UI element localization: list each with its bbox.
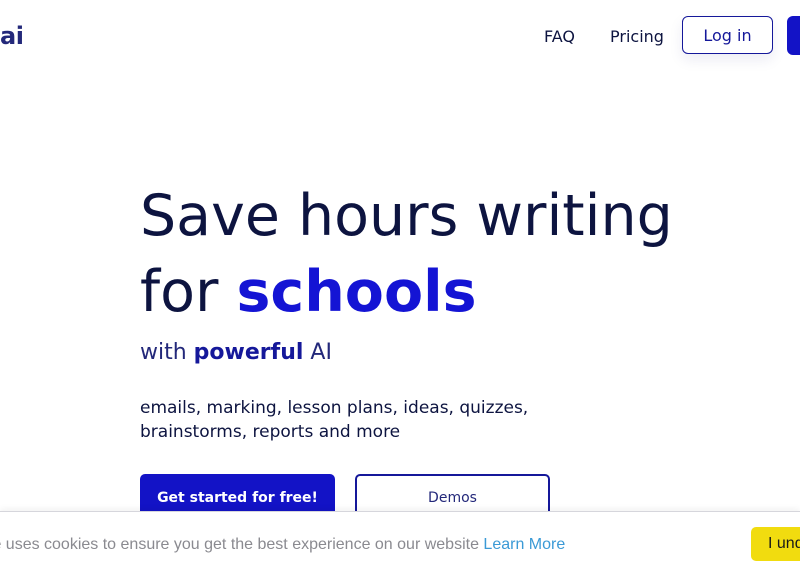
cookie-text: te uses cookies to ensure you get the be… (0, 536, 565, 554)
signup-button[interactable] (787, 16, 800, 55)
cookie-learn-more-link[interactable]: Learn More (483, 536, 565, 553)
cookie-accept-button[interactable]: I und (751, 527, 800, 561)
nav-link-pricing[interactable]: Pricing (610, 27, 664, 46)
nav-link-faq[interactable]: FAQ (544, 27, 575, 46)
hero-title-line1: Save hours writing (140, 183, 673, 249)
hero-description: emails, marking, lesson plans, ideas, qu… (140, 398, 529, 442)
hero-subtitle: with powerful AI (140, 340, 332, 365)
hero-subtitle-bold: powerful (193, 340, 304, 365)
cookie-banner: te uses cookies to ensure you get the be… (0, 511, 800, 577)
hero-subtitle-prefix: with (140, 340, 194, 365)
cookie-message: te uses cookies to ensure you get the be… (0, 536, 484, 553)
hero-title: Save hours writing for schools (140, 178, 673, 330)
hero-title-line2-prefix: for (140, 259, 237, 325)
hero-title-accent: schools (236, 259, 477, 325)
hero-subtitle-suffix: AI (303, 340, 332, 365)
site-logo[interactable]: ai (0, 22, 24, 50)
login-button[interactable]: Log in (682, 16, 773, 54)
